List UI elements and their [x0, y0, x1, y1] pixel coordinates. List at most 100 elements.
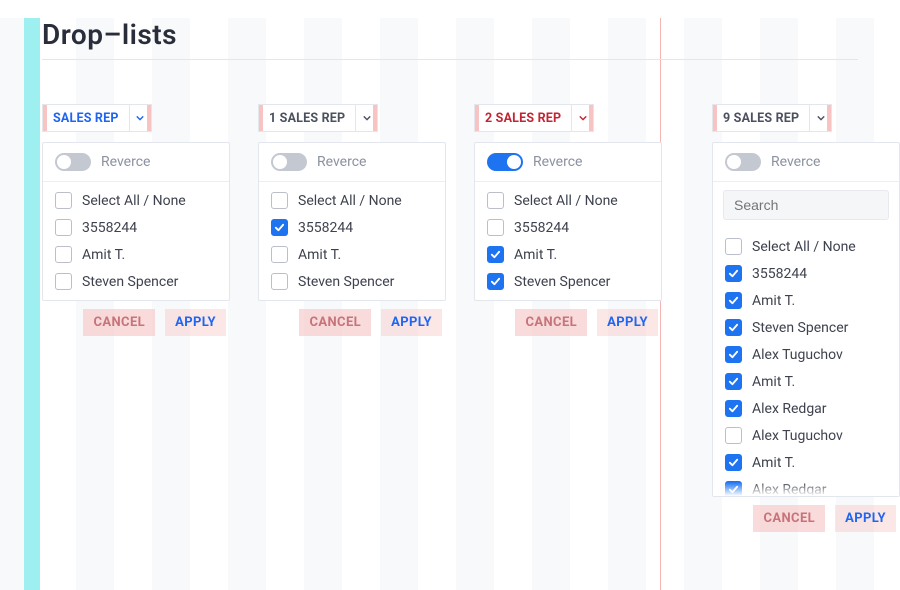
reverse-toggle[interactable] [725, 153, 761, 171]
option[interactable]: Alex Tuguchov [725, 346, 887, 363]
checkbox[interactable] [271, 246, 288, 263]
option[interactable]: Steven Spencer [487, 273, 649, 290]
reverse-row: Reverce [475, 143, 661, 182]
reverse-label: Reverce [533, 154, 582, 170]
checkbox[interactable] [725, 292, 742, 309]
dropdown-panel: Reverce Select All / None 3558244 Amit T. St… [258, 142, 446, 301]
option-label: Amit T. [752, 293, 795, 309]
option[interactable]: Alex Tuguchov [725, 427, 887, 444]
checkbox[interactable] [487, 273, 504, 290]
option-label: Amit T. [752, 455, 795, 471]
apply-button[interactable]: APPLY [599, 311, 656, 334]
search-input[interactable] [732, 196, 900, 214]
option-label: Steven Spencer [752, 320, 848, 336]
option-label: Alex Tuguchov [752, 428, 843, 444]
checkbox[interactable] [725, 427, 742, 444]
option-label: 3558244 [298, 220, 353, 236]
reverse-row: Reverce [259, 143, 445, 182]
checkbox[interactable] [55, 219, 72, 236]
cancel-button[interactable]: CANCEL [85, 311, 153, 334]
apply-button[interactable]: APPLY [383, 311, 440, 334]
apply-button[interactable]: APPLY [837, 507, 894, 530]
reverse-row: Reverce [713, 143, 899, 182]
dropdown-trigger[interactable]: 1 SALES REP [258, 104, 378, 132]
dropdown-panel: Reverce Select All / None 3558244 Amit T. St… [712, 142, 900, 497]
option[interactable]: Steven Spencer [55, 273, 217, 290]
checkbox[interactable] [487, 219, 504, 236]
checkbox[interactable] [725, 265, 742, 282]
checkbox[interactable] [725, 238, 742, 255]
option[interactable]: Amit T. [55, 246, 217, 263]
option[interactable]: Amit T. [725, 373, 887, 390]
option-label: Select All / None [752, 239, 856, 255]
checkbox[interactable] [725, 373, 742, 390]
options-list: Select All / None 3558244 Amit T. Steven Sp… [43, 182, 229, 300]
reverse-row: Reverce [43, 143, 229, 182]
divider [42, 59, 858, 60]
select-all-option[interactable]: Select All / None [487, 192, 649, 209]
panel-actions: CANCEL APPLY [258, 301, 446, 338]
checkbox[interactable] [487, 246, 504, 263]
checkbox[interactable] [271, 219, 288, 236]
checkbox[interactable] [271, 192, 288, 209]
checkbox[interactable] [725, 319, 742, 336]
options-list: Select All / None 3558244 Amit T. Steven Sp… [713, 228, 899, 496]
cancel-button[interactable]: CANCEL [755, 507, 823, 530]
option-label: Select All / None [298, 193, 402, 209]
checkbox[interactable] [55, 192, 72, 209]
options-list: Select All / None 3558244 Amit T. Steven Sp… [475, 182, 661, 300]
apply-button[interactable]: APPLY [167, 311, 224, 334]
option[interactable]: 3558244 [271, 219, 433, 236]
option[interactable]: Amit T. [487, 246, 649, 263]
option[interactable]: 3558244 [55, 219, 217, 236]
option-label: Alex Tuguchov [752, 347, 843, 363]
option-label: Amit T. [514, 247, 557, 263]
option-label: 3558244 [82, 220, 137, 236]
select-all-option[interactable]: Select All / None [55, 192, 217, 209]
dropdown-panel: Reverce Select All / None 3558244 Amit T. St… [42, 142, 230, 301]
reverse-label: Reverce [101, 154, 150, 170]
reverse-label: Reverce [317, 154, 366, 170]
checkbox[interactable] [725, 346, 742, 363]
panel-actions: CANCEL APPLY [474, 301, 662, 338]
checkbox[interactable] [725, 400, 742, 417]
checkbox[interactable] [55, 246, 72, 263]
option-label: Amit T. [752, 374, 795, 390]
option[interactable]: Alex Redgar [725, 400, 887, 417]
option[interactable]: Amit T. [271, 246, 433, 263]
option-label: 3558244 [752, 266, 807, 282]
option-label: Steven Spencer [514, 274, 610, 290]
options-list: Select All / None 3558244 Amit T. Steven Sp… [259, 182, 445, 300]
cancel-button[interactable]: CANCEL [301, 311, 369, 334]
cancel-button[interactable]: CANCEL [517, 311, 585, 334]
option[interactable]: 3558244 [725, 265, 887, 282]
checkbox[interactable] [487, 192, 504, 209]
dropdown-trigger-label: SALES REP [43, 105, 129, 131]
dropdown-trigger[interactable]: 2 SALES REP [474, 104, 594, 132]
select-all-option[interactable]: Select All / None [725, 238, 887, 255]
dropdown-trigger[interactable]: SALES REP [42, 104, 152, 132]
select-all-option[interactable]: Select All / None [271, 192, 433, 209]
option-label: Select All / None [514, 193, 618, 209]
panel-actions: CANCEL APPLY [42, 301, 230, 338]
option-label: Amit T. [82, 247, 125, 263]
reverse-toggle[interactable] [271, 153, 307, 171]
dropdown-trigger-label: 1 SALES REP [259, 105, 355, 131]
option[interactable]: Amit T. [725, 454, 887, 471]
checkbox[interactable] [725, 454, 742, 471]
dropdown-panel: Reverce Select All / None 3558244 Amit T. St… [474, 142, 662, 301]
option[interactable]: Amit T. [725, 292, 887, 309]
dropdown-trigger[interactable]: 9 SALES REP [712, 104, 832, 132]
reverse-toggle[interactable] [487, 153, 523, 171]
panel-actions: CANCEL APPLY [712, 497, 900, 534]
checkbox[interactable] [55, 273, 72, 290]
option[interactable]: Steven Spencer [271, 273, 433, 290]
option-label: Select All / None [82, 193, 186, 209]
option-label: Steven Spencer [298, 274, 394, 290]
checkbox[interactable] [271, 273, 288, 290]
option[interactable]: 3558244 [487, 219, 649, 236]
option-label: Alex Redgar [752, 401, 827, 417]
option-label: Steven Spencer [82, 274, 178, 290]
reverse-toggle[interactable] [55, 153, 91, 171]
option[interactable]: Steven Spencer [725, 319, 887, 336]
